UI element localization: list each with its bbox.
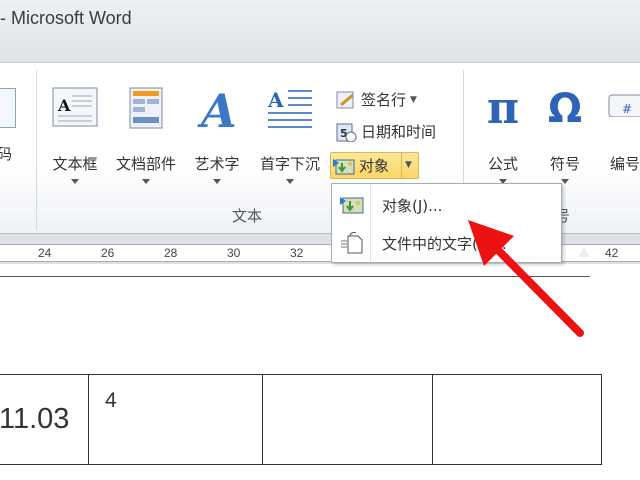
- annotation-arrow: [468, 220, 584, 337]
